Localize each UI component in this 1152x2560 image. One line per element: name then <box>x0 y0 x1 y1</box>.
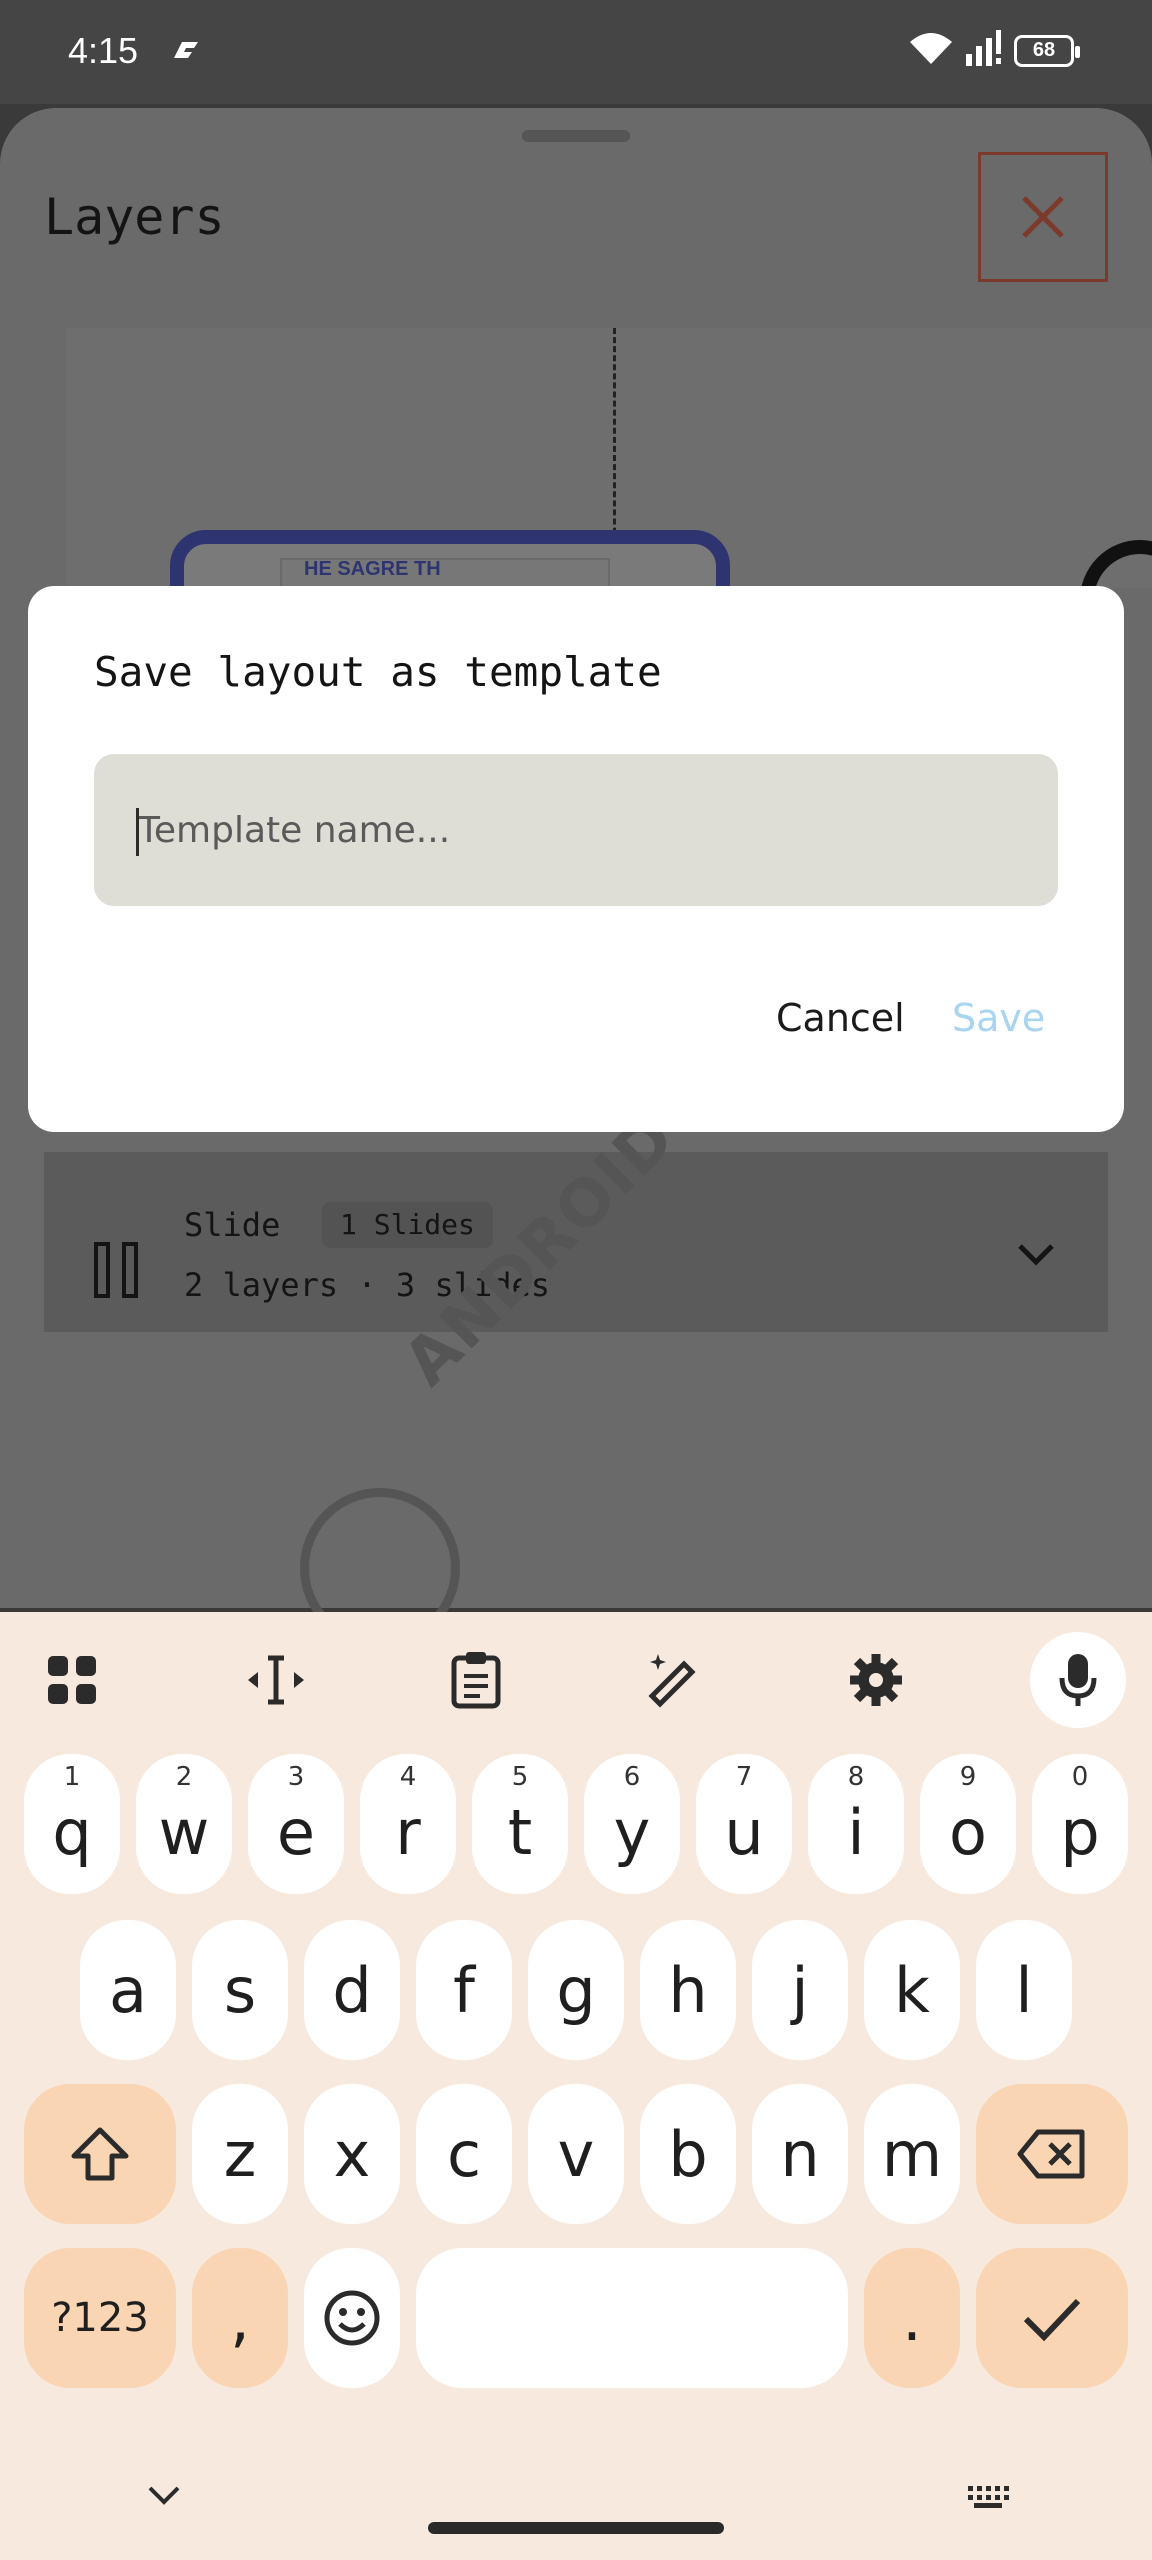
key-z[interactable]: z <box>192 2084 288 2224</box>
hide-keyboard-icon[interactable] <box>146 2484 182 2513</box>
key-v[interactable]: v <box>528 2084 624 2224</box>
signal-icon <box>964 28 1004 73</box>
status-bar: 4:15 68 <box>0 0 1152 104</box>
wifi-icon <box>908 30 954 71</box>
magic-pen-icon[interactable] <box>628 1632 724 1728</box>
key-h[interactable]: h <box>640 1920 736 2060</box>
preview-card-text: HE SAGRE TH <box>304 558 441 580</box>
key-c[interactable]: c <box>416 2084 512 2224</box>
key-e[interactable]: 3e <box>248 1754 344 1894</box>
key-m[interactable]: m <box>864 2084 960 2224</box>
space-key[interactable] <box>416 2248 848 2388</box>
apps-icon[interactable] <box>24 1632 120 1728</box>
columns-icon <box>94 1242 152 1298</box>
close-icon <box>1022 196 1064 238</box>
app-notification-icon <box>168 36 202 69</box>
keyboard-switch-icon[interactable] <box>966 2484 1010 2515</box>
clipboard-icon[interactable] <box>428 1632 524 1728</box>
check-icon <box>1023 2298 1081 2342</box>
save-button[interactable]: Save <box>952 996 1045 1040</box>
shift-key[interactable] <box>24 2084 176 2224</box>
text-cursor-icon[interactable] <box>228 1632 324 1728</box>
key-u[interactable]: 7u <box>696 1754 792 1894</box>
cancel-button[interactable]: Cancel <box>776 996 905 1040</box>
key-j[interactable]: j <box>752 1920 848 2060</box>
key-q[interactable]: 1q <box>24 1754 120 1894</box>
enter-key[interactable] <box>976 2248 1128 2388</box>
layer-badge: 1 Slides <box>322 1202 493 1248</box>
dialog-title: Save layout as template <box>94 648 662 696</box>
emoji-icon <box>324 2290 380 2346</box>
key-b[interactable]: b <box>640 2084 736 2224</box>
backspace-icon <box>1017 2129 1085 2179</box>
keyboard-toolbar <box>0 1612 1152 1732</box>
layer-title: Slide <box>184 1206 281 1244</box>
key-n[interactable]: n <box>752 2084 848 2224</box>
key-p[interactable]: 0p <box>1032 1754 1128 1894</box>
key-t[interactable]: 5t <box>472 1754 568 1894</box>
save-template-dialog: Save layout as template Cancel Save <box>28 586 1124 1132</box>
keyboard: 1q 2w 3e 4r 5t 6y 7u 8i 9o 0p a s d f g … <box>0 1612 1152 2560</box>
chevron-down-icon[interactable] <box>1014 1240 1058 1275</box>
layout-preview: HE SAGRE TH <box>66 328 1152 588</box>
sheet-title: Layers <box>44 188 225 246</box>
period-key[interactable]: . <box>864 2248 960 2388</box>
gesture-handle[interactable] <box>428 2522 724 2534</box>
key-l[interactable]: l <box>976 1920 1072 2060</box>
key-a[interactable]: a <box>80 1920 176 2060</box>
symbols-key[interactable]: ?123 <box>24 2248 176 2388</box>
settings-icon[interactable] <box>828 1632 924 1728</box>
backspace-key[interactable] <box>976 2084 1128 2224</box>
microphone-icon[interactable] <box>1030 1632 1126 1728</box>
text-caret <box>136 808 139 856</box>
key-k[interactable]: k <box>864 1920 960 2060</box>
template-name-input[interactable] <box>94 754 1058 906</box>
key-y[interactable]: 6y <box>584 1754 680 1894</box>
key-r[interactable]: 4r <box>360 1754 456 1894</box>
preview-card: HE SAGRE TH <box>170 530 730 588</box>
status-time: 4:15 <box>68 30 139 71</box>
preview-ring <box>1080 540 1152 588</box>
close-button[interactable] <box>978 152 1108 282</box>
shift-icon <box>71 2127 129 2181</box>
status-icons: 68 <box>908 28 1080 73</box>
key-o[interactable]: 9o <box>920 1754 1016 1894</box>
key-d[interactable]: d <box>304 1920 400 2060</box>
key-s[interactable]: s <box>192 1920 288 2060</box>
emoji-key[interactable] <box>304 2248 400 2388</box>
key-f[interactable]: f <box>416 1920 512 2060</box>
key-g[interactable]: g <box>528 1920 624 2060</box>
key-i[interactable]: 8i <box>808 1754 904 1894</box>
drag-handle[interactable] <box>522 130 630 142</box>
key-w[interactable]: 2w <box>136 1754 232 1894</box>
battery-icon: 68 <box>1014 34 1080 67</box>
key-x[interactable]: x <box>304 2084 400 2224</box>
comma-key[interactable]: , <box>192 2248 288 2388</box>
